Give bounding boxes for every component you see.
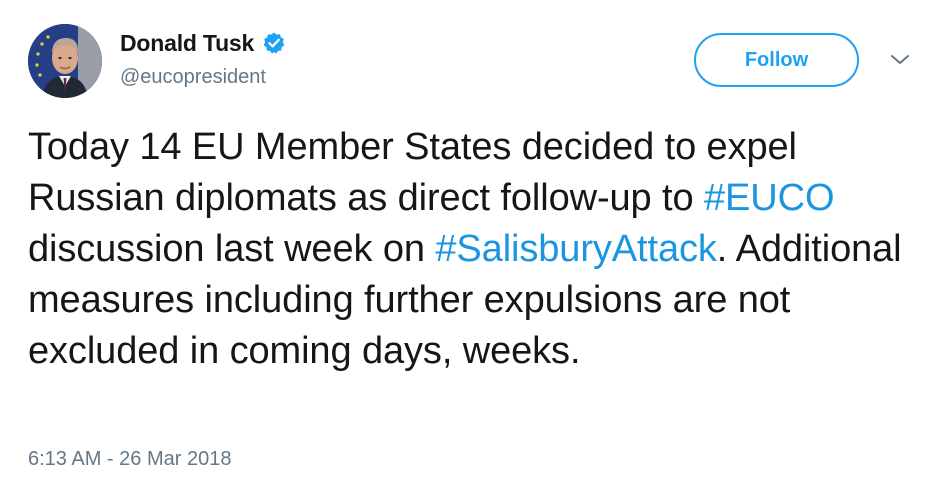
author-name-row[interactable]: Donald Tusk [120, 28, 286, 58]
author-display-name[interactable]: Donald Tusk [120, 30, 254, 57]
hashtag-euco-link[interactable]: #EUCO [704, 177, 835, 219]
verified-badge-icon [262, 31, 286, 55]
tweet-card: Donald Tusk @eucopresident Follow Today … [0, 0, 936, 488]
profile-photo-icon [28, 24, 102, 98]
avatar[interactable] [28, 24, 102, 98]
follow-button[interactable]: Follow [694, 33, 859, 87]
chevron-down-icon[interactable] [889, 52, 911, 68]
author-handle[interactable]: @eucopresident [120, 66, 266, 89]
tweet-timestamp[interactable]: 6:13 AM - 26 Mar 2018 [28, 448, 231, 471]
tweet-text: Today 14 EU Member States decided to exp… [28, 122, 918, 377]
tweet-text-segment: discussion last week on [28, 228, 436, 270]
hashtag-salisburyattack-link[interactable]: #SalisburyAttack [435, 228, 717, 270]
tweet-text-segment: Today 14 EU Member States decided to exp… [28, 126, 797, 219]
